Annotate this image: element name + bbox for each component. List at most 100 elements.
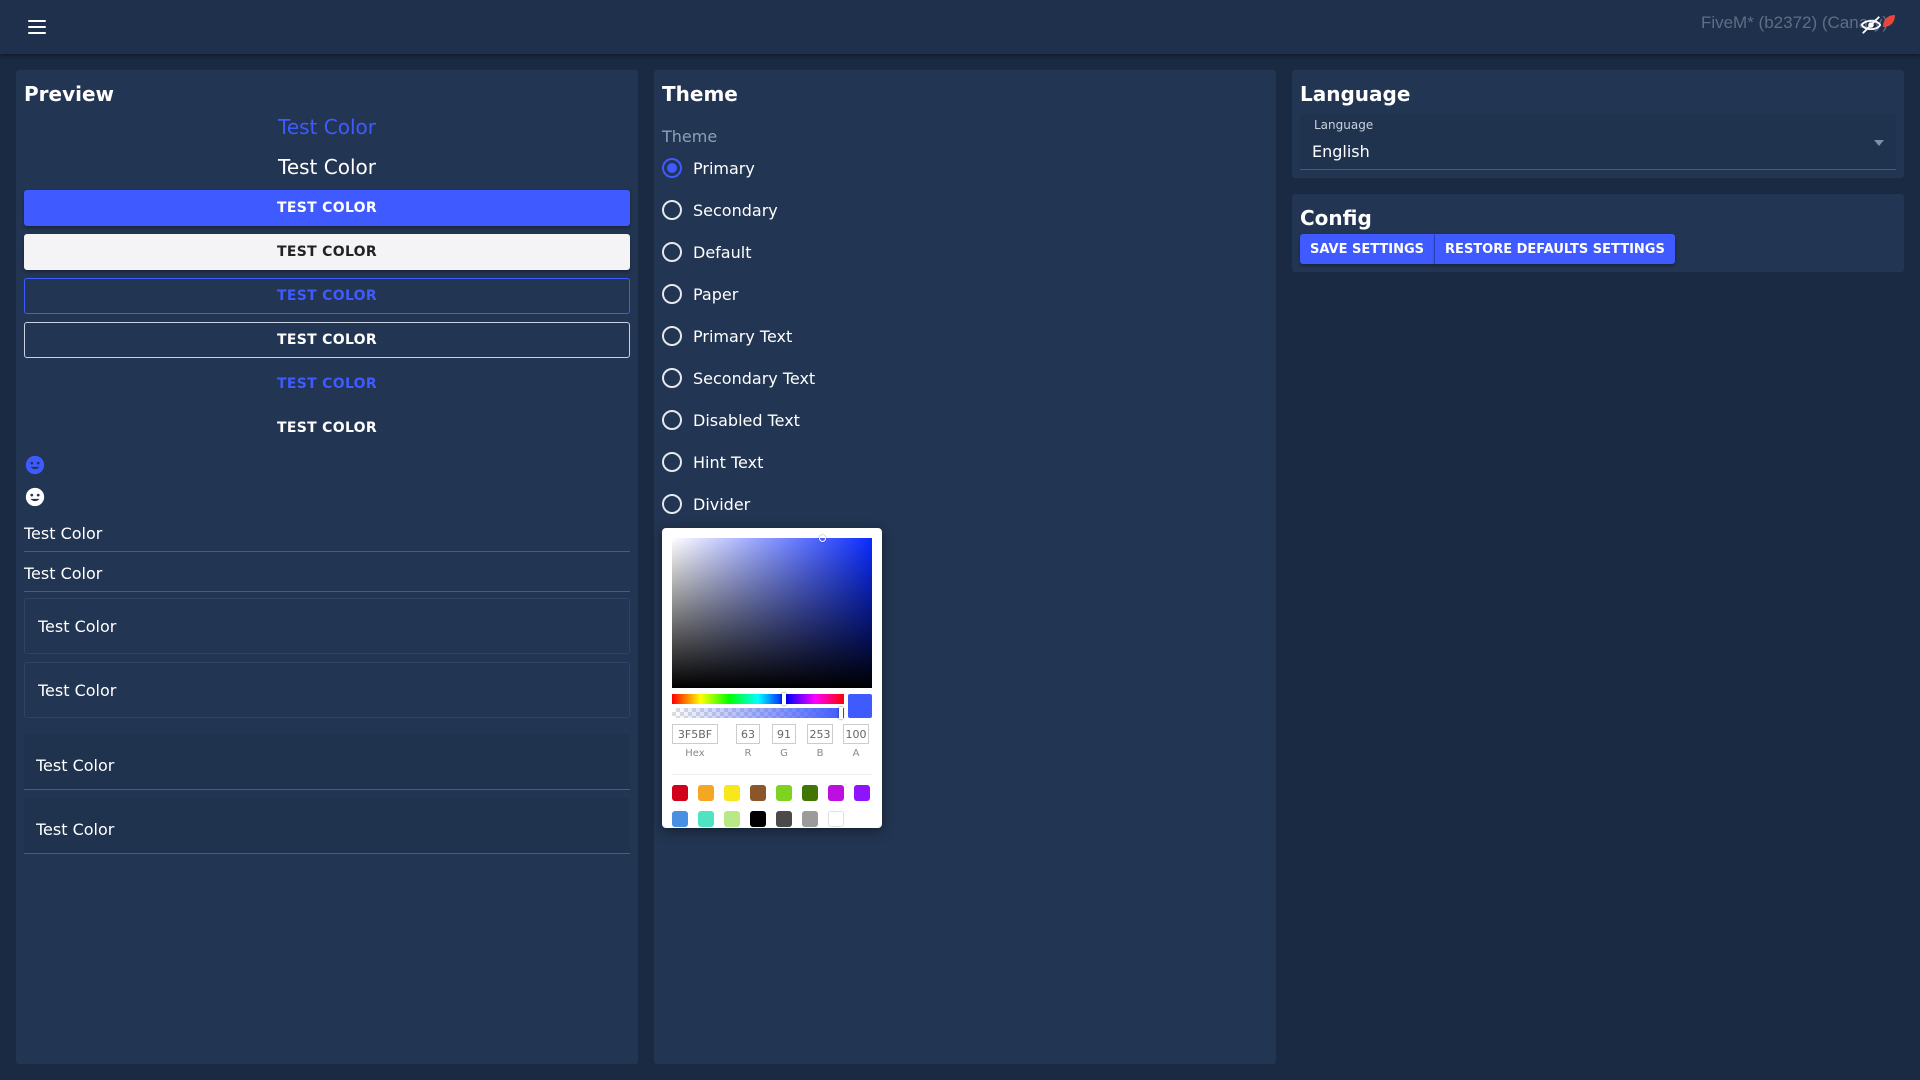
language-panel: Language Language English [1292, 70, 1904, 178]
saturation-area[interactable] [672, 535, 872, 688]
alpha-slider-handle[interactable] [839, 707, 843, 719]
red-input[interactable] [736, 724, 760, 744]
radio-icon[interactable] [662, 158, 682, 178]
preview-contained-default-button[interactable]: TEST COLOR [24, 234, 630, 270]
color-swatch[interactable] [828, 811, 844, 827]
theme-panel: Theme Theme Primary Secondary Default Pa… [654, 70, 1276, 1064]
blue-input[interactable] [807, 724, 833, 744]
radio-icon[interactable] [662, 452, 682, 472]
smiley-icon-default [25, 487, 45, 507]
chevron-down-icon[interactable] [1874, 140, 1884, 146]
radio-label: Default [693, 242, 752, 262]
color-picker: Hex R G B A [662, 528, 882, 828]
color-swatch[interactable] [776, 785, 792, 801]
color-swatch[interactable] [698, 785, 714, 801]
config-title: Config [1300, 206, 1372, 230]
color-swatch[interactable] [802, 785, 818, 801]
save-settings-button[interactable]: SAVE SETTINGS [1300, 234, 1436, 264]
preview-filled-input-primary[interactable] [24, 734, 630, 789]
preview-outlined-field-default[interactable] [24, 662, 630, 718]
preview-title: Preview [24, 82, 115, 106]
preview-filled-input-default[interactable] [24, 798, 630, 853]
color-swatch[interactable] [672, 811, 688, 827]
preview-text-default: Test Color [278, 155, 376, 179]
radio-icon[interactable] [662, 410, 682, 430]
language-title: Language [1300, 82, 1411, 106]
radio-icon[interactable] [662, 284, 682, 304]
radio-label: Secondary Text [693, 368, 816, 388]
color-swatch[interactable] [854, 785, 870, 801]
red-label: R [744, 748, 752, 759]
theme-option-default[interactable]: Default [662, 238, 751, 266]
alpha-input[interactable] [843, 724, 869, 744]
green-label: G [780, 748, 788, 759]
radio-icon[interactable] [662, 326, 682, 346]
preview-outlined-primary-button[interactable]: TEST COLOR [24, 278, 630, 314]
preview-outlined-input-default[interactable] [25, 663, 629, 717]
preview-panel: Preview Test Color Test Color TEST COLOR… [16, 70, 638, 1064]
alpha-slider[interactable] [672, 707, 844, 719]
language-select[interactable]: Language English [1300, 114, 1896, 170]
theme-option-hint-text[interactable]: Hint Text [662, 448, 763, 476]
theme-option-divider[interactable]: Divider [662, 490, 750, 518]
leaf-icon [1883, 15, 1895, 27]
theme-option-primary-text[interactable]: Primary Text [662, 322, 792, 350]
hue-slider-handle[interactable] [782, 693, 786, 705]
color-swatch[interactable] [802, 811, 818, 827]
blue-label: B [816, 748, 824, 759]
theme-option-disabled-text[interactable]: Disabled Text [662, 406, 800, 434]
color-swatch[interactable] [672, 785, 688, 801]
preview-text-primary-button[interactable]: TEST COLOR [24, 366, 630, 402]
eye-off-icon[interactable] [1860, 14, 1882, 36]
green-input[interactable] [772, 724, 796, 744]
preview-outlined-input-primary[interactable] [25, 599, 629, 653]
preset-swatches [672, 774, 872, 827]
color-swatch[interactable] [724, 811, 740, 827]
preview-filled-field-primary[interactable] [24, 734, 630, 790]
color-swatch[interactable] [750, 785, 766, 801]
radio-label: Divider [693, 494, 751, 514]
preview-standard-field-default[interactable] [24, 554, 630, 592]
theme-title: Theme [662, 82, 738, 106]
radio-label: Primary Text [693, 326, 793, 346]
restore-defaults-button[interactable]: RESTORE DEFAULTS SETTINGS [1435, 234, 1675, 264]
theme-option-secondary[interactable]: Secondary [662, 196, 778, 224]
preview-outlined-default-button[interactable]: TEST COLOR [24, 322, 630, 358]
preview-standard-input-default[interactable] [24, 554, 630, 583]
hue-slider[interactable] [672, 693, 844, 705]
theme-option-secondary-text[interactable]: Secondary Text [662, 364, 815, 392]
radio-icon[interactable] [662, 494, 682, 514]
theme-option-primary[interactable]: Primary [662, 154, 755, 182]
radio-label: Secondary [693, 200, 778, 220]
color-swatch[interactable] [776, 811, 792, 827]
saturation-cursor[interactable] [819, 535, 826, 542]
radio-icon[interactable] [662, 200, 682, 220]
config-panel: Config SAVE SETTINGS RESTORE DEFAULTS SE… [1292, 194, 1904, 272]
theme-group-label: Theme [662, 127, 718, 146]
radio-icon[interactable] [662, 368, 682, 388]
color-swatch[interactable] [828, 785, 844, 801]
radio-icon[interactable] [662, 242, 682, 262]
radio-label: Hint Text [693, 452, 764, 472]
preview-text-default-button[interactable]: TEST COLOR [24, 410, 630, 446]
color-swatch[interactable] [750, 811, 766, 827]
current-color-swatch [848, 694, 872, 718]
radio-label: Paper [693, 284, 739, 304]
menu-icon[interactable] [24, 17, 50, 37]
language-select-value: English [1312, 142, 1370, 161]
language-select-label: Language [1314, 118, 1374, 132]
config-button-group: SAVE SETTINGS RESTORE DEFAULTS SETTINGS [1300, 234, 1675, 264]
color-swatch[interactable] [698, 811, 714, 827]
preview-contained-primary-button[interactable]: TEST COLOR [24, 190, 630, 226]
preview-standard-field-primary[interactable] [24, 514, 630, 552]
preview-outlined-field-primary[interactable] [24, 598, 630, 654]
alpha-label: A [852, 748, 860, 759]
hex-input[interactable] [672, 724, 718, 744]
radio-label: Primary [693, 158, 755, 178]
radio-label: Disabled Text [693, 410, 800, 430]
preview-text-primary: Test Color [278, 115, 376, 139]
color-swatch[interactable] [724, 785, 740, 801]
theme-option-paper[interactable]: Paper [662, 280, 738, 308]
preview-standard-input-primary[interactable] [24, 514, 630, 543]
preview-filled-field-default[interactable] [24, 798, 630, 854]
